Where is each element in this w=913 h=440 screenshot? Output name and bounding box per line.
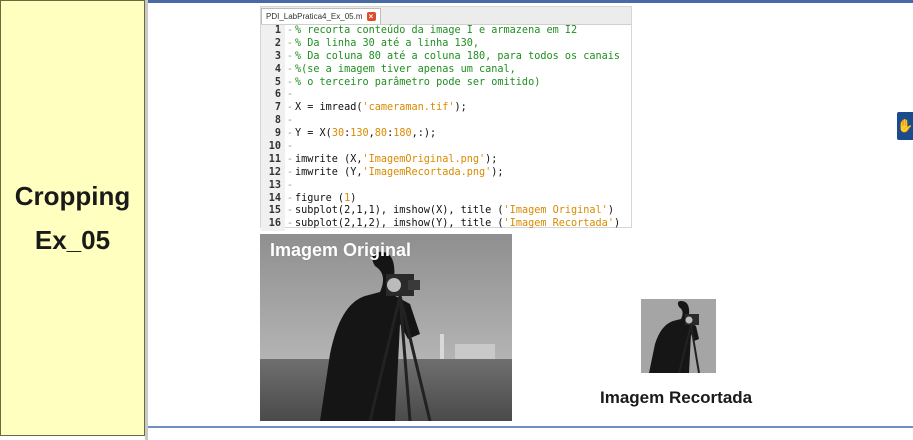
code-line: 16- subplot(2,1,2), imshow(Y), title ('Im… (261, 218, 631, 232)
line-number: 2 (261, 37, 285, 51)
code-token: Y = X( (295, 128, 332, 140)
gutter-marker: - (286, 102, 294, 114)
cropped-image-title: Imagem Recortada (600, 388, 753, 407)
line-number: 4 (261, 63, 285, 77)
code-area[interactable]: 1-% recorta conteúdo da image I e armaze… (261, 25, 631, 232)
code-token: 'ImagemRecortada.png' (362, 166, 492, 178)
gutter-marker: - (286, 25, 294, 36)
gutter-marker: - (286, 192, 294, 204)
code-line: 12- imwrite (Y, 'ImagemRecortada.png'); (261, 166, 631, 180)
accessibility-hand-icon[interactable]: ✋ (897, 112, 913, 140)
editor-tab[interactable]: PDI_LabPratica4_Ex_05.m × (261, 8, 381, 24)
code-token: 30 (331, 128, 345, 140)
code-token: 'cameraman.tif' (362, 102, 455, 114)
code-token: % Da linha 30 até a linha 130, (295, 37, 480, 49)
code-line: 13- (261, 179, 631, 193)
line-number: 9 (261, 128, 285, 142)
code-token: imwrite (Y, (295, 166, 363, 178)
code-line: 5-% o terceiro parâmetro pode ser omitid… (261, 76, 631, 90)
original-image (260, 234, 512, 421)
editor-tabbar: PDI_LabPratica4_Ex_05.m × (261, 7, 631, 25)
code-token: ); (454, 102, 467, 114)
line-number: 5 (261, 76, 285, 90)
line-number: 11 (261, 153, 285, 167)
code-token: 80 (374, 128, 388, 140)
code-token: % Da coluna 80 até a coluna 180, para to… (295, 50, 621, 62)
gutter-marker: - (286, 205, 294, 217)
gutter-marker: - (286, 63, 294, 75)
code-token: 130 (350, 128, 369, 140)
code-token: subplot(2,1,1), imshow(X), title ( (295, 205, 504, 217)
gutter-marker: - (286, 179, 294, 191)
original-image-title: Imagem Original (270, 240, 412, 260)
bottom-divider (148, 426, 913, 428)
code-editor: PDI_LabPratica4_Ex_05.m × 1-% recorta co… (260, 6, 632, 232)
code-line: 4- %(se a imagem tiver apenas um canal, (261, 63, 631, 77)
code-line: 1-% recorta conteúdo da image I e armaze… (261, 25, 631, 38)
editor-tab-label: PDI_LabPratica4_Ex_05.m (266, 12, 363, 21)
code-token: ) (350, 192, 357, 204)
code-line: 10- (261, 141, 631, 154)
line-number: 13 (261, 179, 285, 193)
code-line: 2-% Da linha 30 até a linha 130, (261, 37, 631, 51)
code-token: figure ( (295, 192, 345, 204)
gutter-marker: - (286, 37, 294, 49)
code-token: ) (613, 218, 621, 230)
line-number: 3 (261, 50, 285, 64)
code-line: 3-% Da coluna 80 até a coluna 180, para … (261, 50, 631, 64)
code-line: 14- figure (1) (261, 192, 631, 206)
line-number: 7 (261, 102, 285, 116)
code-line: 8- (261, 115, 631, 129)
panel-shadow (145, 0, 148, 440)
code-token: % o terceiro parâmetro pode ser omitido) (295, 76, 541, 88)
gutter-marker: - (286, 141, 294, 153)
slide-title-line2: Ex_05 (34, 225, 111, 255)
line-number: 8 (261, 115, 285, 129)
gutter-marker: - (286, 153, 294, 165)
code-token: ,:); (411, 128, 437, 140)
line-number: 12 (261, 166, 285, 180)
gutter-marker: - (286, 218, 294, 230)
line-number: 16 (261, 218, 285, 232)
code-token: %(se a imagem tiver apenas um canal, (295, 63, 516, 75)
code-token: ); (491, 166, 504, 178)
code-token: X = imread( (295, 102, 363, 114)
gutter-marker: - (286, 89, 294, 101)
code-token: 180 (393, 128, 412, 140)
top-divider (148, 0, 913, 3)
code-token: 'Imagem Original' (503, 205, 608, 217)
cropped-image (641, 299, 716, 373)
code-token: imwrite (X, (295, 153, 363, 165)
code-token: ) (607, 205, 614, 217)
gutter-marker: - (286, 166, 294, 178)
code-line: 7-X = imread('cameraman.tif'); (261, 102, 631, 116)
line-number: 1 (261, 25, 285, 38)
line-number: 10 (261, 141, 285, 154)
code-token: ); (485, 153, 498, 165)
gutter-marker: - (286, 128, 294, 140)
line-number: 15 (261, 205, 285, 219)
code-token: 'ImagemOriginal.png' (362, 153, 486, 165)
line-number: 14 (261, 192, 285, 206)
gutter-marker: - (286, 50, 294, 62)
code-token: % recorta conteúdo da image I e armazena… (295, 25, 578, 36)
code-token: subplot(2,1,2), imshow(Y), title ( (295, 218, 504, 230)
code-line: 11- imwrite (X, 'ImagemOriginal.png'); (261, 153, 631, 167)
slide-title-line1: Cropping (14, 181, 131, 211)
line-number: 6 (261, 89, 285, 103)
slide-title-panel: Cropping Ex_05 (0, 0, 145, 436)
gutter-marker: - (286, 115, 294, 127)
code-line: 6- (261, 89, 631, 103)
close-icon[interactable]: × (366, 12, 376, 21)
code-token: 'Imagem Recortada' (503, 218, 614, 230)
code-line: 15- subplot(2,1,1), imshow(X), title ('Im… (261, 205, 631, 219)
code-line: 9-Y = X(30:130, 80:180,:); (261, 128, 631, 142)
gutter-marker: - (286, 76, 294, 88)
